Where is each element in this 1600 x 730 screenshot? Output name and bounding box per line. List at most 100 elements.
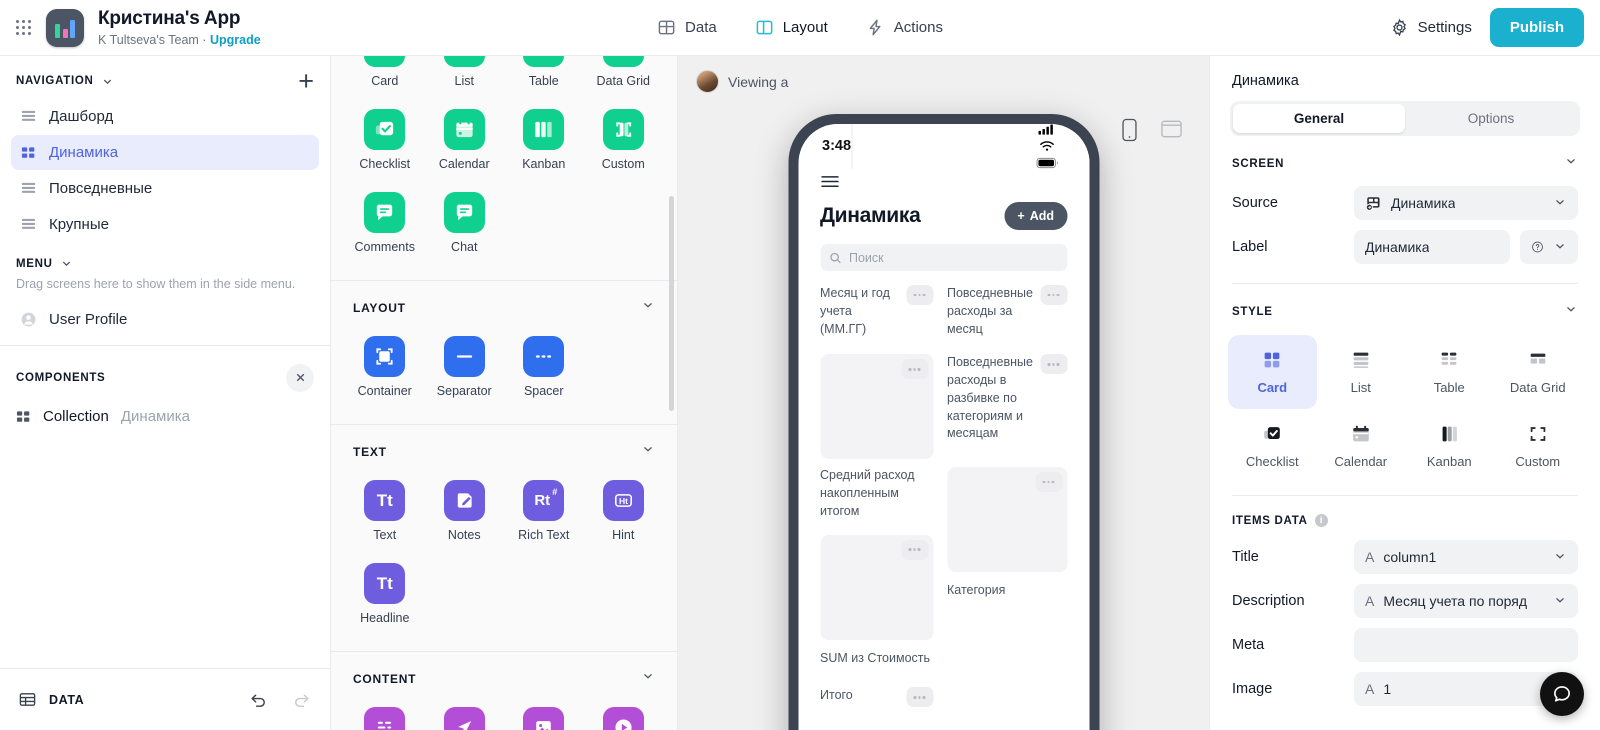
palette-item-table[interactable]: Table <box>504 56 584 100</box>
app-root: Кристина's App K Tultseva's Team · Upgra… <box>0 0 1600 730</box>
tab-general[interactable]: General <box>1233 104 1405 133</box>
tab-layout[interactable]: Layout <box>755 0 828 56</box>
palette-item-rich-text[interactable]: Rt # Rich Text <box>504 471 584 554</box>
tab-options[interactable]: Options <box>1405 104 1577 133</box>
search-placeholder: Поиск <box>849 250 884 265</box>
palette-item-comments[interactable]: Comments <box>345 183 425 266</box>
style-option-card[interactable]: Card <box>1228 335 1317 409</box>
palette-item-chat[interactable]: Chat <box>425 183 505 266</box>
chevron-down-icon[interactable] <box>641 298 655 317</box>
tab-actions[interactable]: Actions <box>866 0 943 56</box>
chevron-down-icon[interactable] <box>1564 154 1578 173</box>
undo-icon[interactable] <box>248 689 269 710</box>
style-option-data-grid[interactable]: Data Grid <box>1494 335 1583 409</box>
tab-data[interactable]: Data <box>657 0 717 56</box>
tablet-view-icon[interactable] <box>1160 118 1183 140</box>
palette-item-video[interactable]: Video <box>584 698 664 730</box>
palette-item-location[interactable]: Location <box>425 698 505 730</box>
viewing-as-indicator[interactable]: Viewing a <box>678 56 1209 93</box>
palette-item-hint[interactable]: Ht Hint <box>584 471 664 554</box>
sidebar-item-user-profile[interactable]: User Profile <box>11 302 319 337</box>
card-menu-icon[interactable] <box>901 359 928 380</box>
palette-item-custom[interactable]: Custom <box>584 100 664 183</box>
style-option-table[interactable]: Table <box>1405 335 1494 409</box>
palette-item-label: Notes <box>447 528 481 542</box>
palette-item-label: Calendar <box>438 157 490 171</box>
hamburger-menu-icon[interactable] <box>798 168 1089 196</box>
palette-item-image[interactable]: Image <box>504 698 584 730</box>
component-name: Collection <box>43 407 109 425</box>
settings-button[interactable]: Settings <box>1390 18 1472 37</box>
redo-icon[interactable] <box>291 689 312 710</box>
add-record-button[interactable]: + Add <box>1004 202 1067 230</box>
style-option-custom[interactable]: Custom <box>1494 409 1583 483</box>
sidebar-item-povsednevnye[interactable]: Повседневные <box>11 171 319 206</box>
chat-bubble-icon <box>1554 686 1570 702</box>
field-select[interactable] <box>1354 628 1578 662</box>
palette-item-spacer[interactable]: Spacer <box>504 327 584 410</box>
chevron-down-icon[interactable] <box>1564 302 1578 321</box>
close-icon[interactable] <box>286 363 314 392</box>
palette-item-headline[interactable]: Tt Headline <box>345 554 425 637</box>
card-grid-icon <box>1264 352 1280 368</box>
card-menu-icon[interactable] <box>1035 472 1062 492</box>
add-screen-button[interactable]: + <box>298 68 314 95</box>
chevron-down-icon[interactable] <box>101 75 114 88</box>
chevron-down-icon[interactable] <box>641 442 655 461</box>
palette-item-container[interactable]: Container <box>345 327 425 410</box>
palette-item-calendar[interactable]: Calendar <box>425 100 505 183</box>
palette-item-separator[interactable]: Separator <box>425 327 505 410</box>
palette-item-text[interactable]: Tt Text <box>345 471 425 554</box>
palette-item-notes[interactable]: Notes <box>425 471 505 554</box>
component-list-item[interactable]: Collection Динамика <box>0 402 330 431</box>
label-help-dropdown[interactable] <box>1520 230 1578 264</box>
sidebar-item-dashboard[interactable]: Дашборд <box>11 99 319 134</box>
card-menu-icon[interactable] <box>906 687 933 708</box>
source-select[interactable]: Динамика <box>1354 186 1578 220</box>
menu-drag-hint: Drag screens here to show them in the si… <box>16 277 296 291</box>
card-menu-icon[interactable] <box>901 539 928 560</box>
palette-section-content-header[interactable]: CONTENT <box>331 652 677 694</box>
field-select[interactable]: A Месяц учета по поряд <box>1354 584 1578 618</box>
palette-item-list[interactable]: List <box>425 56 505 100</box>
support-chat-button[interactable] <box>1540 672 1584 716</box>
card-text: SUM из Стоимость <box>820 650 931 665</box>
info-icon[interactable]: i <box>1314 514 1328 527</box>
upgrade-link[interactable]: Upgrade <box>210 33 261 47</box>
palette-item-kanban[interactable]: Kanban <box>504 100 584 183</box>
field-select[interactable]: A column1 <box>1354 540 1578 574</box>
items-field-row: Description A Месяц учета по поряд <box>1210 579 1600 623</box>
style-option-calendar[interactable]: Calendar <box>1317 409 1406 483</box>
palette-item-checklist[interactable]: Checklist <box>345 100 425 183</box>
phone-view-icon[interactable] <box>1121 118 1138 142</box>
apps-grid-icon[interactable] <box>6 20 40 35</box>
data-source-icon <box>1365 196 1380 211</box>
chevron-down-icon[interactable] <box>641 669 655 688</box>
style-option-checklist[interactable]: Checklist <box>1228 409 1317 483</box>
palette-item-card[interactable]: Card <box>345 56 425 100</box>
style-option-list[interactable]: List <box>1317 335 1406 409</box>
palette-group-content: Fields Location Image <box>331 694 677 730</box>
publish-button[interactable]: Publish <box>1489 8 1584 47</box>
palette-item-label: Data Grid <box>596 74 651 88</box>
data-grid-icon <box>602 56 644 67</box>
list-rows-icon <box>443 56 485 67</box>
palette-section-text-header[interactable]: TEXT <box>331 425 677 467</box>
menu-title: MENU <box>16 257 53 270</box>
palette-item-fields[interactable]: Fields <box>345 698 425 730</box>
sidebar-item-krupnye[interactable]: Крупные <box>11 207 319 242</box>
main-body: NAVIGATION + Дашборд Динамика Повседневн… <box>0 56 1600 730</box>
card-menu-icon[interactable] <box>1040 354 1067 375</box>
card-menu-icon[interactable] <box>906 285 933 305</box>
label-input[interactable]: Динамика <box>1354 230 1510 264</box>
palette-scrollbar[interactable] <box>669 196 674 411</box>
sidebar-item-dinamika[interactable]: Динамика <box>11 135 319 170</box>
chevron-down-icon[interactable] <box>60 257 73 270</box>
palette-section-layout-header[interactable]: LAYOUT <box>331 281 677 323</box>
palette-item-data-grid[interactable]: Data Grid <box>584 56 664 100</box>
right-properties-panel: Динамика General Options SCREEN Source Д… <box>1209 56 1600 730</box>
palette-section-title: LAYOUT <box>353 300 406 315</box>
style-option-kanban[interactable]: Kanban <box>1405 409 1494 483</box>
phone-search-input[interactable]: Поиск <box>820 244 1067 271</box>
card-menu-icon[interactable] <box>1040 285 1067 305</box>
